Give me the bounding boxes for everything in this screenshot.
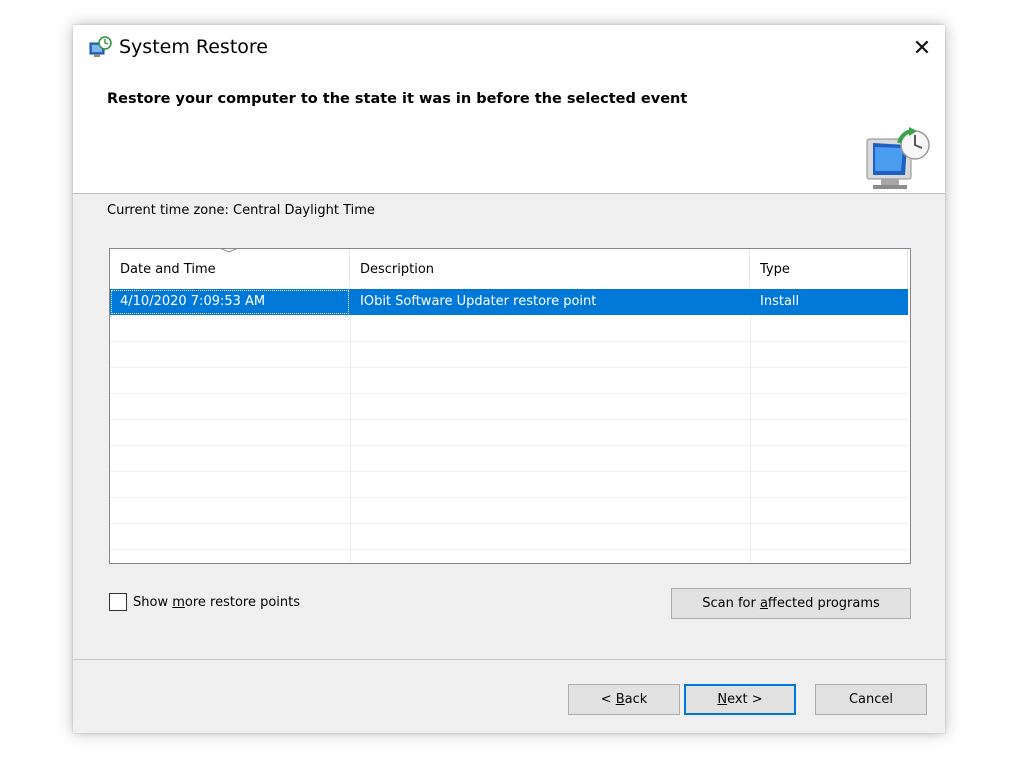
show-more-label: Show more restore points <box>133 594 301 610</box>
restore-points-list[interactable]: Date and Time ﹀ Description Type 4/10/20… <box>109 248 911 564</box>
scan-button-label: Scan for affected programs <box>702 596 880 611</box>
empty-row <box>110 445 908 472</box>
column-header-date[interactable]: Date and Time ﹀ <box>110 249 350 287</box>
list-header: Date and Time ﹀ Description Type <box>110 249 908 287</box>
close-icon: ✕ <box>912 35 932 61</box>
column-header-date-label: Date and Time <box>120 262 216 277</box>
row-date: 4/10/2020 7:09:53 AM <box>110 289 350 315</box>
close-button[interactable]: ✕ <box>899 25 945 71</box>
empty-row <box>110 523 908 550</box>
scan-affected-programs-button[interactable]: Scan for affected programs <box>671 588 911 619</box>
show-more-checkbox[interactable] <box>109 593 127 611</box>
footer-divider <box>73 659 945 660</box>
window-title: System Restore <box>119 36 268 58</box>
column-header-description[interactable]: Description <box>350 249 750 287</box>
system-restore-icon <box>89 36 112 57</box>
empty-row <box>110 393 908 420</box>
restore-point-row[interactable]: 4/10/2020 7:09:53 AM IObit Software Upda… <box>110 289 908 315</box>
cancel-button[interactable]: Cancel <box>815 684 927 715</box>
column-header-type-label: Type <box>760 262 790 277</box>
show-more-restore-points-option[interactable]: Show more restore points <box>109 593 300 611</box>
empty-row <box>110 419 908 446</box>
system-restore-dialog: System Restore ✕ Restore your computer t… <box>73 25 945 733</box>
empty-row <box>110 367 908 394</box>
sort-chevron-icon: ﹀ <box>219 248 239 261</box>
title-bar: System Restore ✕ <box>73 25 945 71</box>
cancel-button-label: Cancel <box>848 692 894 707</box>
empty-row <box>110 315 908 342</box>
column-header-type[interactable]: Type <box>750 249 908 287</box>
next-button[interactable]: Next > <box>684 684 796 715</box>
row-description: IObit Software Updater restore point <box>360 294 597 309</box>
row-type: Install <box>760 294 800 309</box>
empty-row <box>110 341 908 368</box>
next-button-label: Next > <box>717 692 763 707</box>
page-heading: Restore your computer to the state it wa… <box>107 91 688 107</box>
back-button[interactable]: < Back <box>568 684 680 715</box>
empty-row <box>110 471 908 498</box>
timezone-label: Current time zone: Central Daylight Time <box>107 203 375 218</box>
back-button-label: < Back <box>600 692 648 707</box>
column-header-description-label: Description <box>360 262 435 277</box>
empty-row <box>110 497 908 524</box>
header-band: Restore your computer to the state it wa… <box>73 71 945 194</box>
monitor-restore-icon <box>866 127 930 189</box>
